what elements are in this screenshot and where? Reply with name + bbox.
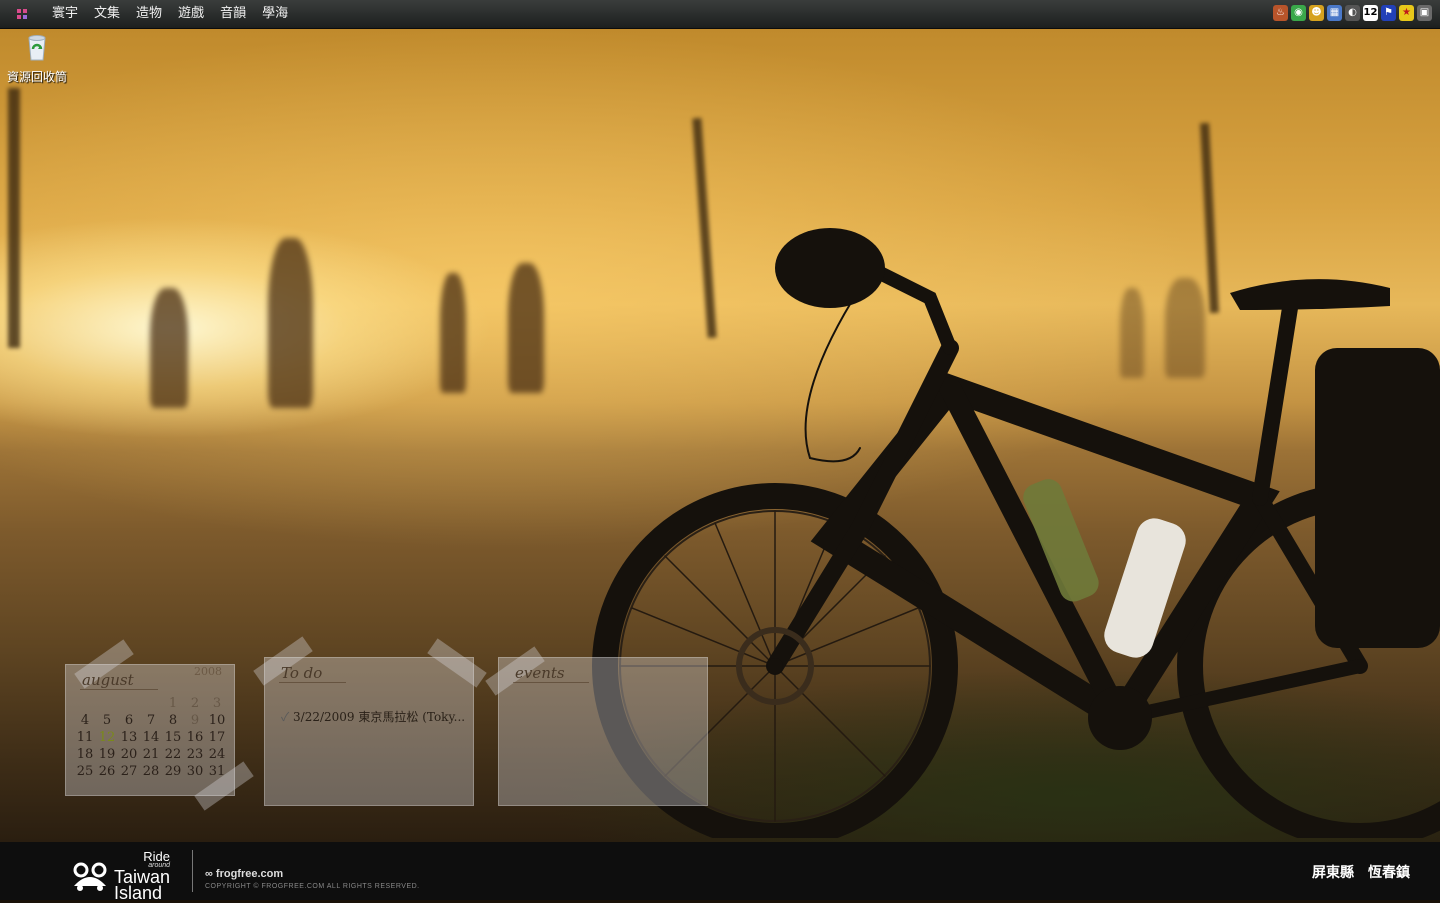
brand-logo[interactable]: Ride around Taiwan Island xyxy=(72,849,171,903)
calendar-grid: 1 2 3 4 5 6 7 8 9 10 11 12 13 14 15 16 17 18 19 20 21 22 23 24 2… xyxy=(74,695,228,780)
calendar-day[interactable]: 28 xyxy=(140,763,162,780)
wallpaper-figure xyxy=(150,288,188,408)
site-link[interactable]: ∞ frogfree.com xyxy=(205,868,283,880)
todo-title: To do xyxy=(279,664,347,683)
calendar-day[interactable]: 20 xyxy=(118,746,140,763)
speaker-icon[interactable]: ◐ xyxy=(1345,5,1360,21)
frog-logo-icon xyxy=(73,862,107,892)
todo-item-text: 3/22/2009 東京馬拉松 (Toky... xyxy=(293,710,466,724)
calendar-day[interactable]: 3 xyxy=(206,695,228,712)
menu-item-essays[interactable]: 文集 xyxy=(86,0,128,28)
chat-icon[interactable]: ◉ xyxy=(1291,5,1306,21)
glasses-icon: ∞ xyxy=(205,868,213,880)
calendar-day[interactable]: 7 xyxy=(140,712,162,729)
calendar-week-row: 123 xyxy=(74,695,228,712)
wallpaper-figure xyxy=(508,263,544,393)
calendar-day[interactable]: 31 xyxy=(206,763,228,780)
calendar-day[interactable]: 17 xyxy=(206,729,228,746)
calendar-widget[interactable]: august 2008 1 2 3 4 5 6 7 8 9 10 11 12 13 14 15 16 17 18 1… xyxy=(65,639,254,811)
todo-item[interactable]: ✓ 3/22/2009 東京馬拉松 (Toky... xyxy=(281,708,465,725)
calendar-day[interactable]: 29 xyxy=(162,763,184,780)
calendar-day[interactable]: 13 xyxy=(118,729,140,746)
calendar-day[interactable]: 30 xyxy=(184,763,206,780)
calendar-day[interactable]: 15 xyxy=(162,729,184,746)
calendar-week-row: 18 19 20 21 22 23 24 xyxy=(74,746,228,763)
calendar-day[interactable]: 27 xyxy=(118,763,140,780)
window-icon[interactable]: ▣ xyxy=(1417,5,1432,21)
wallpaper-figure xyxy=(440,273,466,393)
system-tray: ♨ ◉ ☻ ▦ ◐ 12 ⚑ ★ ▣ xyxy=(1273,5,1432,21)
recycle-bin-icon xyxy=(28,35,46,61)
network-icon[interactable]: ▦ xyxy=(1327,5,1342,21)
calendar-day[interactable]: 8 xyxy=(162,712,184,729)
site-link-text: frogfree.com xyxy=(215,868,284,880)
calendar-week-row: 25 26 27 28 29 30 31 xyxy=(74,763,228,780)
calendar-week-row: 11 12 13 14 15 16 17 xyxy=(74,729,228,746)
star-icon[interactable]: ★ xyxy=(1399,5,1414,21)
menu-item-learning[interactable]: 學海 xyxy=(254,0,296,28)
calendar-day[interactable]: 10 xyxy=(206,712,228,729)
top-menu-bar: 寰宇 文集 造物 遊戲 音韻 學海 ♨ ◉ ☻ ▦ ◐ 12 ⚑ ★ ▣ xyxy=(0,0,1440,29)
brand-text: Ride around Taiwan Island xyxy=(114,849,171,903)
menu-item-music[interactable]: 音韻 xyxy=(212,0,254,28)
menu-item-universe[interactable]: 寰宇 xyxy=(44,0,86,28)
calendar-year: 2008 xyxy=(194,665,222,678)
calendar-day xyxy=(140,695,162,712)
calendar-day xyxy=(74,695,96,712)
calendar-day[interactable]: 22 xyxy=(162,746,184,763)
flag-icon[interactable]: ⚑ xyxy=(1381,5,1396,21)
calendar-month: august xyxy=(80,671,158,690)
wallpaper-pole xyxy=(8,88,20,348)
calendar-day[interactable]: 2 xyxy=(184,695,206,712)
calendar-day[interactable]: 9 xyxy=(184,712,206,729)
calendar-day[interactable]: 12 xyxy=(96,729,118,746)
footer-divider xyxy=(192,850,193,892)
wallpaper-figure xyxy=(268,238,313,408)
recycle-bin-label: 資源回收筒 xyxy=(6,70,67,84)
calendar-day[interactable]: 26 xyxy=(96,763,118,780)
checkmark-icon: ✓ xyxy=(281,710,290,724)
menu-item-games[interactable]: 遊戲 xyxy=(170,0,212,28)
brand-island: Island xyxy=(114,883,163,903)
calendar-day[interactable]: 5 xyxy=(96,712,118,729)
date-icon[interactable]: 12 xyxy=(1363,5,1378,21)
calendar-week-row: 4 5 6 7 8 9 10 xyxy=(74,712,228,729)
calendar-day xyxy=(96,695,118,712)
calendar-day[interactable]: 16 xyxy=(184,729,206,746)
menu-item-creations[interactable]: 造物 xyxy=(128,0,170,28)
calendar-day[interactable]: 19 xyxy=(96,746,118,763)
calendar-day xyxy=(118,695,140,712)
calendar-day[interactable]: 21 xyxy=(140,746,162,763)
calendar-day[interactable]: 6 xyxy=(118,712,140,729)
todo-widget: To do ✓ 3/22/2009 東京馬拉松 (Toky... xyxy=(253,636,487,806)
location-label: 屏東縣 恆春鎮 xyxy=(1312,865,1410,881)
recycle-bin-shortcut[interactable]: 資源回收筒 xyxy=(4,32,70,85)
events-title: events xyxy=(513,664,589,683)
calendar-day[interactable]: 25 xyxy=(74,763,96,780)
grid-icon xyxy=(17,9,27,19)
calendar-day[interactable]: 14 xyxy=(140,729,162,746)
calendar-day[interactable]: 23 xyxy=(184,746,206,763)
start-button[interactable] xyxy=(10,3,34,25)
globe-icon[interactable]: ☻ xyxy=(1309,5,1324,21)
events-widget: events xyxy=(485,646,708,806)
brand-ride: Ride xyxy=(143,849,171,864)
calendar-day[interactable]: 18 xyxy=(74,746,96,763)
flame-icon[interactable]: ♨ xyxy=(1273,5,1288,21)
copyright-text: COPYRIGHT © FROGFREE.COM ALL RIGHTS RESE… xyxy=(205,883,420,890)
calendar-day[interactable]: 11 xyxy=(74,729,96,746)
calendar-day[interactable]: 4 xyxy=(74,712,96,729)
calendar-day[interactable]: 24 xyxy=(206,746,228,763)
calendar-day[interactable]: 1 xyxy=(162,695,184,712)
bottom-brand-bar: Ride around Taiwan Island ∞ frogfree.com… xyxy=(0,842,1440,903)
